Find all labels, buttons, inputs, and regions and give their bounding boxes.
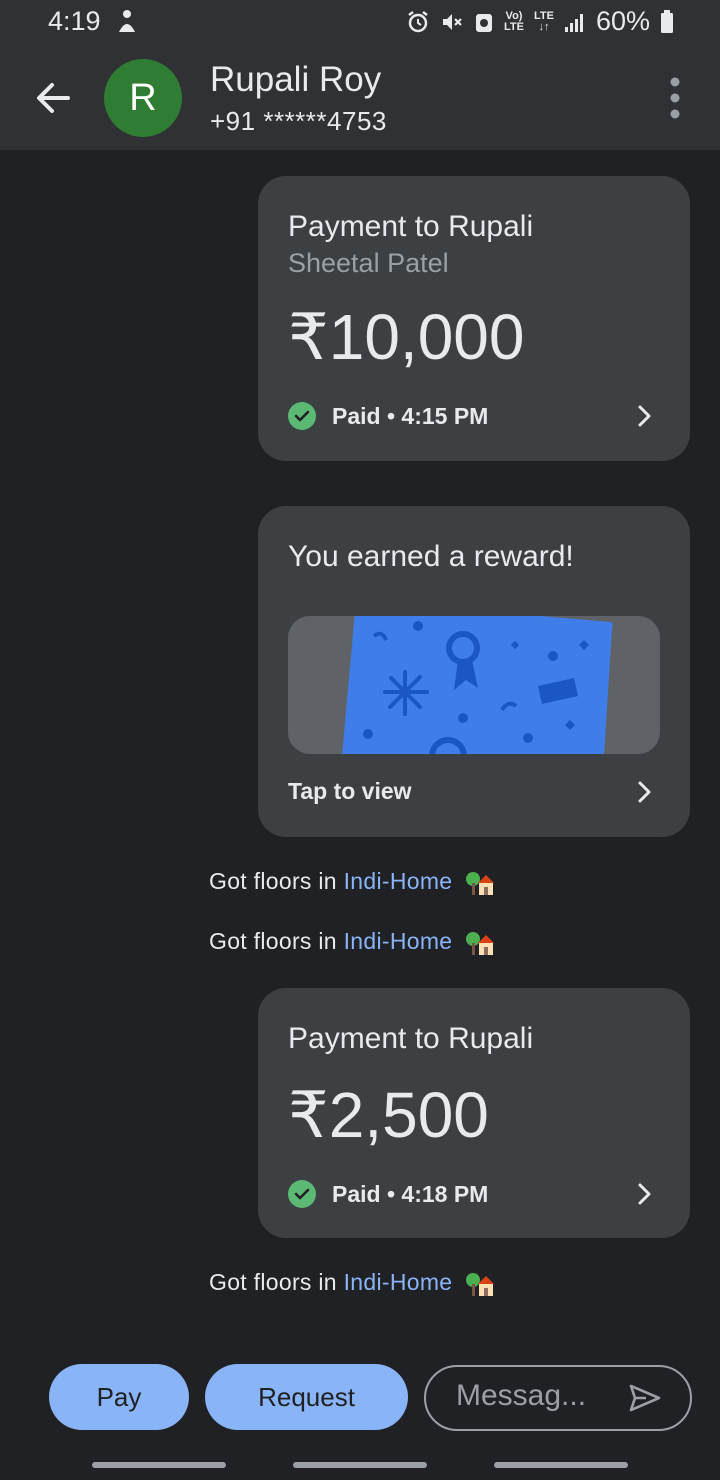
contact-phone: +91 ******4753 bbox=[210, 106, 387, 136]
chevron-right-icon bbox=[638, 405, 651, 427]
house-with-garden-emoji-icon bbox=[466, 1272, 495, 1296]
message-item: Got floors in Indi-Home bbox=[209, 1269, 495, 1298]
battery-percent: 60% bbox=[595, 6, 650, 36]
message-text: Got floors in bbox=[209, 868, 344, 894]
status-icons: Vo) LTE LTE ↓↑ 60% bbox=[406, 6, 674, 37]
signal-icon bbox=[564, 13, 583, 32]
payment-title: Payment to Rupali bbox=[288, 1022, 534, 1055]
volte-top: Vo) bbox=[505, 9, 523, 22]
message-input[interactable]: Messag... bbox=[424, 1365, 692, 1431]
pay-button[interactable]: Pay bbox=[49, 1364, 189, 1430]
message-text: Got floors in bbox=[209, 1269, 344, 1295]
message-item: Got floors in Indi-Home bbox=[209, 928, 495, 957]
reward-scratch-card[interactable] bbox=[288, 616, 660, 754]
nav-home[interactable] bbox=[293, 1462, 427, 1468]
check-circle-icon bbox=[288, 402, 316, 430]
payment-amount: ₹10,000 bbox=[288, 301, 525, 373]
reward-card[interactable]: You earned a reward! Tap to view bbox=[258, 506, 690, 837]
back-arrow-icon[interactable] bbox=[28, 74, 76, 122]
saver-icon bbox=[476, 13, 493, 32]
request-button[interactable]: Request bbox=[205, 1364, 408, 1430]
reward-action: Tap to view bbox=[288, 778, 412, 804]
payment-amount: ₹2,500 bbox=[288, 1079, 489, 1151]
message-item: Got floors in Indi-Home bbox=[209, 868, 495, 897]
send-icon[interactable] bbox=[628, 1383, 662, 1413]
reward-title: You earned a reward! bbox=[288, 540, 574, 573]
alarm-icon bbox=[408, 10, 428, 32]
payment-status: Paid • 4:15 PM bbox=[288, 402, 488, 430]
nav-back[interactable] bbox=[494, 1462, 628, 1468]
message-link[interactable]: Indi-Home bbox=[344, 928, 453, 954]
avatar[interactable]: R bbox=[104, 59, 182, 137]
nav-recents[interactable] bbox=[92, 1462, 226, 1468]
status-time: 4:19 bbox=[48, 6, 101, 36]
check-circle-icon bbox=[288, 1180, 316, 1208]
contact-name: Rupali Roy bbox=[210, 60, 382, 99]
lte-bottom: ↓↑ bbox=[538, 20, 550, 33]
payment-status-text: Paid • 4:18 PM bbox=[332, 1180, 489, 1207]
lte-top: LTE bbox=[533, 9, 554, 22]
volte-indicator: Vo) LTE bbox=[504, 9, 524, 33]
house-with-garden-emoji-icon bbox=[466, 931, 495, 955]
notification-icon bbox=[119, 10, 135, 32]
volte-bottom: LTE bbox=[504, 20, 524, 33]
payment-status-text: Paid • 4:15 PM bbox=[332, 402, 489, 429]
payment-title: Payment to Rupali bbox=[288, 210, 534, 243]
battery-icon bbox=[661, 9, 673, 33]
more-options-icon[interactable] bbox=[660, 76, 690, 120]
payment-card[interactable]: Payment to Rupali ₹2,500 Paid • 4:18 PM bbox=[258, 988, 690, 1238]
reward-card-icon bbox=[342, 616, 613, 754]
chevron-right-icon bbox=[638, 1183, 651, 1205]
payment-status: Paid • 4:18 PM bbox=[288, 1180, 488, 1208]
message-text: Got floors in bbox=[209, 928, 344, 954]
payment-card[interactable]: Payment to Rupali Sheetal Patel ₹10,000 … bbox=[258, 176, 690, 461]
payment-note: Sheetal Patel bbox=[288, 248, 449, 278]
message-placeholder: Messag... bbox=[456, 1379, 587, 1412]
lte-indicator: LTE ↓↑ bbox=[533, 9, 554, 33]
house-with-garden-emoji-icon bbox=[466, 871, 495, 895]
status-bar: 4:19 Vo) LTE LTE ↓↑ 60% bbox=[0, 0, 720, 46]
app-bar: R Rupali Roy +91 ******4753 bbox=[0, 46, 720, 150]
message-link[interactable]: Indi-Home bbox=[344, 1269, 453, 1295]
chevron-right-icon bbox=[638, 781, 651, 803]
message-link[interactable]: Indi-Home bbox=[344, 868, 453, 894]
mute-icon bbox=[443, 13, 462, 30]
